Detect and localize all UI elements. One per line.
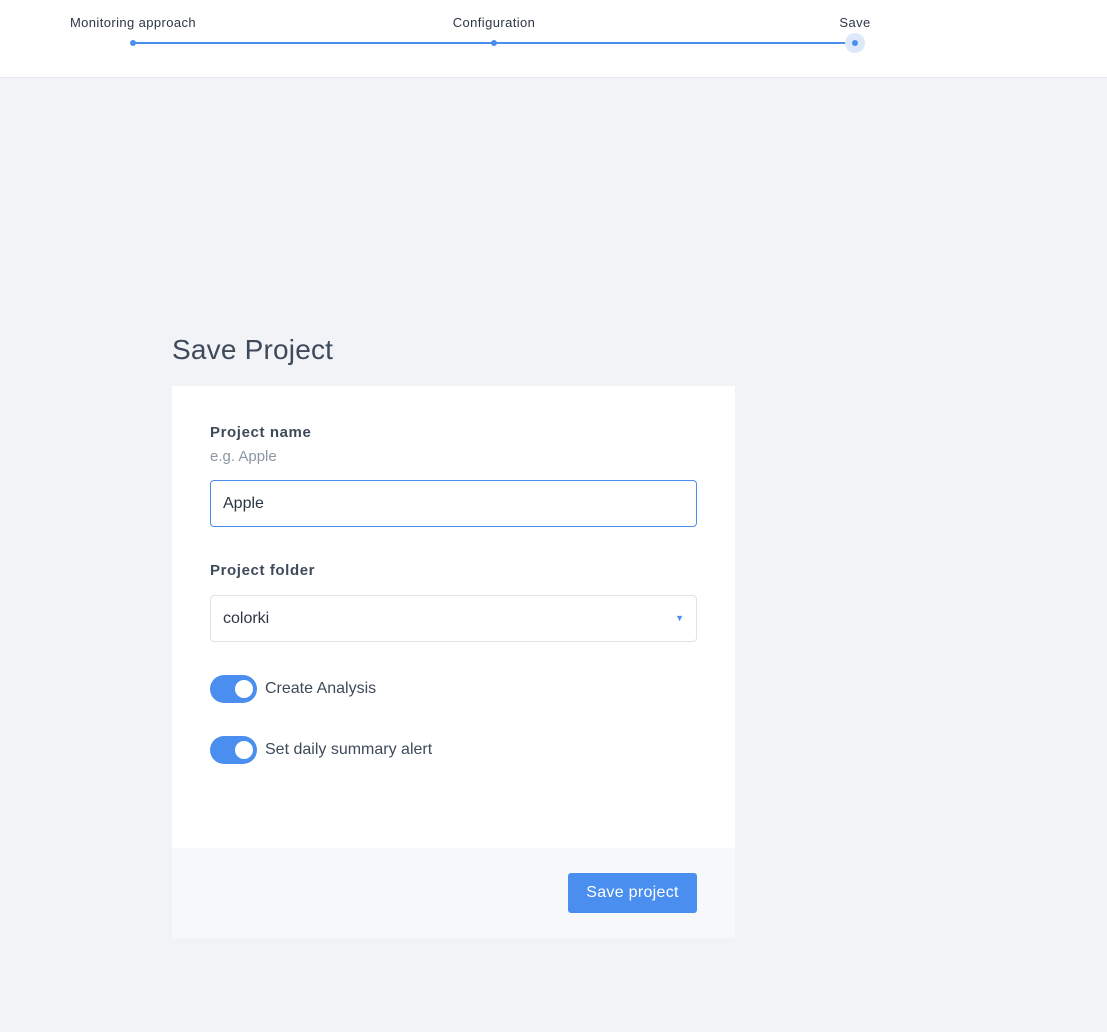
project-folder-label: Project folder bbox=[210, 562, 316, 579]
create-analysis-label: Create Analysis bbox=[265, 680, 377, 697]
save-project-button[interactable]: Save project bbox=[568, 873, 697, 913]
daily-summary-alert-label: Set daily summary alert bbox=[265, 741, 433, 758]
project-name-label: Project name bbox=[210, 424, 312, 441]
step-monitoring-approach[interactable]: Monitoring approach bbox=[70, 15, 196, 30]
step-dot-monitoring-approach bbox=[130, 40, 136, 46]
step-configuration[interactable]: Configuration bbox=[453, 15, 536, 30]
step-save[interactable]: Save bbox=[839, 15, 870, 30]
step-dot-configuration bbox=[491, 40, 497, 46]
project-name-input[interactable] bbox=[210, 480, 697, 527]
create-analysis-toggle[interactable] bbox=[210, 675, 257, 703]
step-dot-save bbox=[852, 40, 858, 46]
project-folder-select[interactable]: colorki ▼ bbox=[210, 595, 697, 642]
daily-summary-alert-toggle[interactable] bbox=[210, 736, 257, 764]
page-title: Save Project bbox=[172, 334, 334, 365]
save-project-card: Project name e.g. Apple Project folder c… bbox=[172, 386, 735, 938]
card-footer: Save project bbox=[172, 848, 735, 938]
progress-stepper: Monitoring approach Configuration Save bbox=[0, 0, 1107, 78]
caret-down-icon: ▼ bbox=[675, 613, 684, 623]
toggle-knob bbox=[235, 741, 253, 759]
toggle-knob bbox=[235, 680, 253, 698]
project-name-hint: e.g. Apple bbox=[210, 448, 277, 465]
project-folder-value: colorki bbox=[223, 610, 270, 627]
